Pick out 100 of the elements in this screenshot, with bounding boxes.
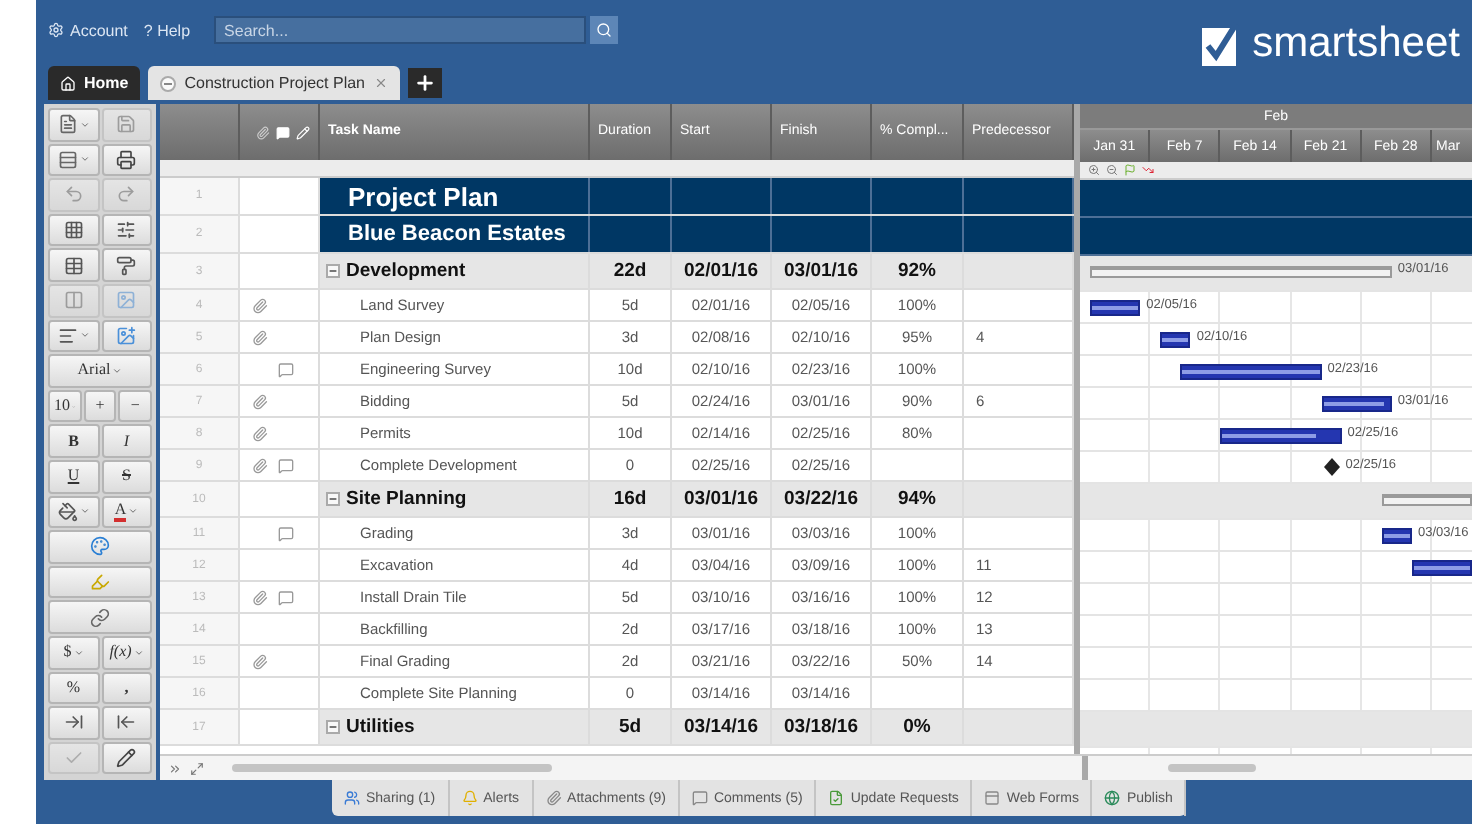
caret-icon (73, 647, 84, 658)
toolbar-button[interactable]: S (101, 459, 152, 494)
toolbar-button[interactable] (101, 706, 152, 740)
collapse-icon[interactable] (326, 720, 340, 734)
toolbar-button[interactable]: $ (48, 635, 99, 669)
check-icon (63, 747, 84, 768)
toolbar-button[interactable] (48, 706, 99, 740)
paperclip-icon (256, 125, 270, 139)
document-check-icon (828, 790, 845, 806)
redo-icon (116, 184, 137, 205)
gantt-bar (1321, 396, 1392, 412)
gantt-bar (1090, 300, 1141, 316)
toolbar-button[interactable] (48, 248, 99, 282)
paperclip-icon[interactable] (252, 589, 268, 605)
image-icon (116, 290, 137, 311)
toolbar-button[interactable]: f(x) (101, 635, 152, 669)
grid-icon (63, 220, 84, 241)
table-cell (772, 216, 872, 252)
collapse-icon[interactable] (326, 264, 340, 278)
table-cell (964, 178, 1074, 214)
printer-icon (116, 149, 137, 170)
toolbar-button[interactable]: A (101, 495, 152, 529)
toolbar-button[interactable] (101, 213, 152, 247)
add-tab-button[interactable] (407, 68, 441, 98)
task-name-cell: Blue Beacon Estates (320, 216, 590, 252)
align-left-icon (57, 325, 78, 346)
account-link[interactable]: Account (48, 21, 128, 39)
flag-icon[interactable] (1124, 164, 1136, 176)
toolbar-button[interactable] (48, 108, 99, 142)
milestone-icon (1323, 458, 1340, 476)
toolbar-button[interactable]: , (101, 671, 152, 705)
columns-icon (63, 290, 84, 311)
table-icon (63, 255, 84, 276)
toolbar-button[interactable] (48, 495, 99, 529)
menu-icon (160, 75, 177, 91)
toolbar-button[interactable] (101, 741, 152, 775)
speech-bubble-icon[interactable] (278, 457, 294, 473)
zoom-out-icon[interactable] (1106, 164, 1118, 176)
paperclip-icon[interactable] (252, 329, 268, 345)
image-plus-icon (116, 325, 137, 346)
close-icon[interactable] (373, 76, 387, 90)
gantt-bar (1220, 428, 1342, 444)
window-icon (984, 790, 1001, 806)
scrollbar[interactable] (1168, 764, 1256, 772)
toolbar-button[interactable]: − (118, 389, 152, 423)
table-cell: 0% (872, 710, 964, 744)
paperclip-icon[interactable] (252, 393, 268, 409)
toolbar-button[interactable]: 10 (48, 389, 82, 423)
toolbar-button[interactable] (101, 248, 152, 282)
table-cell (590, 216, 672, 252)
table-cell (672, 178, 772, 214)
toolbar-button[interactable]: + (83, 389, 117, 423)
paperclip-icon (545, 790, 562, 806)
search-button[interactable] (590, 16, 619, 44)
table-cell (772, 178, 872, 214)
save-icon (116, 114, 137, 135)
toolbar-button[interactable]: I (101, 424, 152, 458)
toolbar-button[interactable]: B (48, 424, 99, 458)
sheet-tab[interactable]: Construction Project Plan (148, 66, 399, 100)
fit-icon[interactable] (190, 761, 204, 775)
speech-bubble-icon[interactable] (278, 589, 294, 605)
caret-icon (112, 365, 123, 376)
toolbar-button[interactable]: Arial (48, 354, 152, 388)
scrollbar[interactable] (232, 764, 552, 772)
toolbar-button[interactable] (48, 143, 99, 177)
task-name: Site Planning (346, 488, 467, 510)
table-cell: 03/01/16 (772, 254, 872, 288)
undo-icon (63, 184, 84, 205)
zoom-in-icon[interactable] (1088, 164, 1100, 176)
toolbar-button[interactable] (48, 213, 99, 247)
caret-icon (133, 647, 144, 658)
search-field[interactable]: Search... (214, 16, 587, 44)
paperclip-icon[interactable] (252, 457, 268, 473)
paperclip-icon[interactable] (252, 653, 268, 669)
palette-icon (90, 536, 110, 557)
logo-text: smartsheet (1252, 20, 1460, 68)
help-link[interactable]: ? Help (143, 21, 191, 39)
speech-bubble-icon[interactable] (278, 361, 294, 377)
search-icon (596, 22, 613, 38)
toolbar-button[interactable] (48, 319, 99, 353)
table-cell (872, 216, 964, 252)
gantt-bar (1381, 528, 1412, 544)
people-icon (344, 790, 360, 806)
paperclip-icon[interactable] (252, 297, 268, 313)
speech-bubble-icon[interactable] (278, 525, 294, 541)
paperclip-icon[interactable] (252, 425, 268, 441)
sheet-tab[interactable]: Home (48, 66, 141, 100)
table-cell (590, 178, 672, 214)
trend-arrow-icon[interactable] (1142, 164, 1154, 176)
toolbar-button[interactable]: U (48, 459, 99, 494)
collapse-icon[interactable] (326, 492, 340, 506)
caret-icon (79, 506, 90, 517)
toolbar-button[interactable]: % (48, 671, 99, 705)
expand-icon[interactable] (168, 761, 182, 775)
link-icon (90, 607, 110, 628)
task-name-cell: Project Plan (320, 178, 590, 214)
gantt-bar (1180, 364, 1322, 380)
toolbar-button[interactable] (101, 143, 152, 177)
outdent-icon (116, 712, 137, 733)
task-name: Utilities (346, 716, 415, 738)
